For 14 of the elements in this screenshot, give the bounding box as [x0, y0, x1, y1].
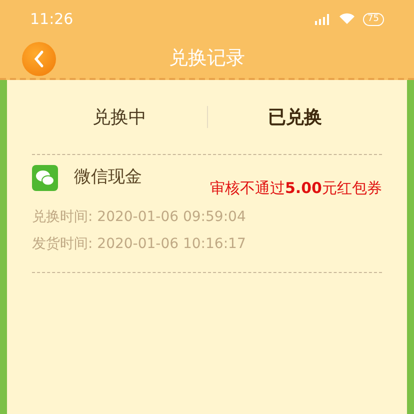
wifi-icon — [338, 13, 355, 25]
signal-icon — [314, 14, 331, 24]
chat-icon — [32, 165, 58, 191]
tab[interactable]: 兑换中 — [32, 102, 206, 132]
status-text: 审核不通过5.00元红包券 — [210, 178, 382, 199]
tab[interactable]: 已兑换 — [208, 102, 382, 132]
time-text: 兑换时间: 2020-01-06 09:59:04 — [32, 208, 246, 224]
battery-icon: 75 — [362, 12, 384, 26]
time-text: 发货时间: 2020-01-06 10:16:17 — [32, 236, 246, 252]
status-time: 11:26 — [30, 8, 74, 30]
reward-name: 微信现金 — [74, 166, 142, 190]
chevron-left-icon — [33, 50, 45, 68]
back-button[interactable] — [22, 42, 56, 76]
page-title: 兑换记录 — [169, 46, 245, 71]
